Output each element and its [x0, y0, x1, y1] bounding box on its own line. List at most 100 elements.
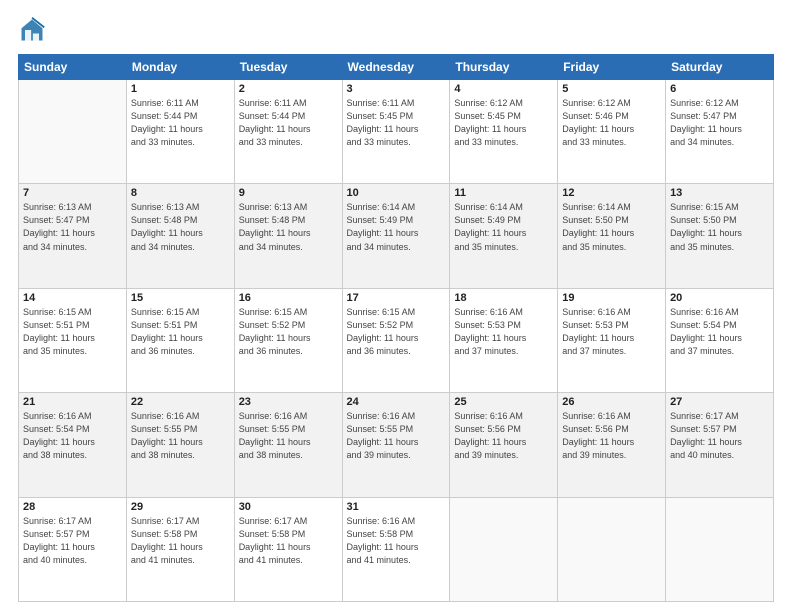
calendar-cell: 3 Sunrise: 6:11 AMSunset: 5:45 PMDaylight… [342, 80, 450, 184]
day-number: 5 [562, 83, 661, 95]
page: SundayMondayTuesdayWednesdayThursdayFrid… [0, 0, 792, 612]
calendar-cell [558, 497, 666, 601]
logo [18, 16, 50, 44]
day-number: 18 [454, 292, 553, 304]
day-number: 12 [562, 187, 661, 199]
day-info: Sunrise: 6:13 AMSunset: 5:48 PMDaylight:… [131, 201, 230, 253]
day-info: Sunrise: 6:16 AMSunset: 5:56 PMDaylight:… [454, 410, 553, 462]
day-info: Sunrise: 6:16 AMSunset: 5:55 PMDaylight:… [239, 410, 338, 462]
calendar-table: SundayMondayTuesdayWednesdayThursdayFrid… [18, 54, 774, 602]
day-number: 30 [239, 501, 338, 513]
calendar-cell: 15 Sunrise: 6:15 AMSunset: 5:51 PMDayligh… [126, 288, 234, 392]
calendar-header-tuesday: Tuesday [234, 55, 342, 80]
calendar-cell: 17 Sunrise: 6:15 AMSunset: 5:52 PMDayligh… [342, 288, 450, 392]
day-number: 15 [131, 292, 230, 304]
day-number: 3 [347, 83, 446, 95]
calendar-cell: 13 Sunrise: 6:15 AMSunset: 5:50 PMDayligh… [666, 184, 774, 288]
day-number: 28 [23, 501, 122, 513]
day-info: Sunrise: 6:16 AMSunset: 5:58 PMDaylight:… [347, 515, 446, 567]
day-number: 2 [239, 83, 338, 95]
calendar-cell [666, 497, 774, 601]
day-number: 11 [454, 187, 553, 199]
day-info: Sunrise: 6:12 AMSunset: 5:45 PMDaylight:… [454, 97, 553, 149]
calendar-cell: 29Sunrise: 6:17 AMSunset: 5:58 PMDayligh… [126, 497, 234, 601]
calendar-week-row: 14 Sunrise: 6:15 AMSunset: 5:51 PMDayligh… [19, 288, 774, 392]
logo-icon [18, 16, 46, 44]
calendar-cell: 9Sunrise: 6:13 AMSunset: 5:48 PMDaylight… [234, 184, 342, 288]
calendar-cell: 21 Sunrise: 6:16 AMSunset: 5:54 PMDayligh… [19, 393, 127, 497]
day-info: Sunrise: 6:17 AMSunset: 5:57 PMDaylight:… [23, 515, 122, 567]
day-info: Sunrise: 6:16 AMSunset: 5:54 PMDaylight:… [23, 410, 122, 462]
day-number: 31 [347, 501, 446, 513]
day-number: 17 [347, 292, 446, 304]
calendar-header-monday: Monday [126, 55, 234, 80]
day-number: 22 [131, 396, 230, 408]
calendar-header-sunday: Sunday [19, 55, 127, 80]
calendar-header-row: SundayMondayTuesdayWednesdayThursdayFrid… [19, 55, 774, 80]
calendar-cell: 2 Sunrise: 6:11 AMSunset: 5:44 PMDaylight… [234, 80, 342, 184]
day-info: Sunrise: 6:11 AMSunset: 5:45 PMDaylight:… [347, 97, 446, 149]
calendar-week-row: 7Sunrise: 6:13 AMSunset: 5:47 PMDaylight… [19, 184, 774, 288]
calendar-cell: 22 Sunrise: 6:16 AMSunset: 5:55 PMDayligh… [126, 393, 234, 497]
calendar-cell: 30 Sunrise: 6:17 AMSunset: 5:58 PMDayligh… [234, 497, 342, 601]
calendar-cell: 16 Sunrise: 6:15 AMSunset: 5:52 PMDayligh… [234, 288, 342, 392]
day-number: 24 [347, 396, 446, 408]
day-info: Sunrise: 6:17 AMSunset: 5:58 PMDaylight:… [239, 515, 338, 567]
day-number: 29 [131, 501, 230, 513]
day-number: 27 [670, 396, 769, 408]
day-info: Sunrise: 6:15 AMSunset: 5:51 PMDaylight:… [23, 306, 122, 358]
day-info: Sunrise: 6:15 AMSunset: 5:51 PMDaylight:… [131, 306, 230, 358]
calendar-cell: 20 Sunrise: 6:16 AMSunset: 5:54 PMDayligh… [666, 288, 774, 392]
day-info: Sunrise: 6:14 AMSunset: 5:49 PMDaylight:… [347, 201, 446, 253]
calendar-cell: 10Sunrise: 6:14 AMSunset: 5:49 PMDayligh… [342, 184, 450, 288]
day-number: 16 [239, 292, 338, 304]
day-number: 21 [23, 396, 122, 408]
calendar-cell: 5 Sunrise: 6:12 AMSunset: 5:46 PMDaylight… [558, 80, 666, 184]
day-number: 6 [670, 83, 769, 95]
calendar-cell: 18 Sunrise: 6:16 AMSunset: 5:53 PMDayligh… [450, 288, 558, 392]
calendar-week-row: 28 Sunrise: 6:17 AMSunset: 5:57 PMDayligh… [19, 497, 774, 601]
calendar-cell [450, 497, 558, 601]
day-info: Sunrise: 6:16 AMSunset: 5:55 PMDaylight:… [347, 410, 446, 462]
calendar-cell: 26 Sunrise: 6:16 AMSunset: 5:56 PMDayligh… [558, 393, 666, 497]
day-info: Sunrise: 6:15 AMSunset: 5:52 PMDaylight:… [239, 306, 338, 358]
calendar-header-thursday: Thursday [450, 55, 558, 80]
calendar-cell: 24 Sunrise: 6:16 AMSunset: 5:55 PMDayligh… [342, 393, 450, 497]
day-number: 1 [131, 83, 230, 95]
day-info: Sunrise: 6:12 AMSunset: 5:47 PMDaylight:… [670, 97, 769, 149]
calendar-cell: 7Sunrise: 6:13 AMSunset: 5:47 PMDaylight… [19, 184, 127, 288]
day-info: Sunrise: 6:16 AMSunset: 5:53 PMDaylight:… [454, 306, 553, 358]
header [18, 16, 774, 44]
day-number: 26 [562, 396, 661, 408]
calendar-header-friday: Friday [558, 55, 666, 80]
calendar-cell: 27Sunrise: 6:17 AMSunset: 5:57 PMDayligh… [666, 393, 774, 497]
day-info: Sunrise: 6:14 AMSunset: 5:50 PMDaylight:… [562, 201, 661, 253]
calendar-cell: 28 Sunrise: 6:17 AMSunset: 5:57 PMDayligh… [19, 497, 127, 601]
day-number: 20 [670, 292, 769, 304]
calendar-cell: 23Sunrise: 6:16 AMSunset: 5:55 PMDayligh… [234, 393, 342, 497]
calendar-cell: 4Sunrise: 6:12 AMSunset: 5:45 PMDaylight… [450, 80, 558, 184]
day-number: 13 [670, 187, 769, 199]
day-info: Sunrise: 6:11 AMSunset: 5:44 PMDaylight:… [239, 97, 338, 149]
calendar-cell: 14 Sunrise: 6:15 AMSunset: 5:51 PMDayligh… [19, 288, 127, 392]
day-info: Sunrise: 6:16 AMSunset: 5:55 PMDaylight:… [131, 410, 230, 462]
day-number: 19 [562, 292, 661, 304]
day-info: Sunrise: 6:12 AMSunset: 5:46 PMDaylight:… [562, 97, 661, 149]
calendar-cell: 25 Sunrise: 6:16 AMSunset: 5:56 PMDayligh… [450, 393, 558, 497]
calendar-cell: 12 Sunrise: 6:14 AMSunset: 5:50 PMDayligh… [558, 184, 666, 288]
day-info: Sunrise: 6:14 AMSunset: 5:49 PMDaylight:… [454, 201, 553, 253]
day-info: Sunrise: 6:16 AMSunset: 5:54 PMDaylight:… [670, 306, 769, 358]
day-number: 9 [239, 187, 338, 199]
calendar-cell: 1Sunrise: 6:11 AMSunset: 5:44 PMDaylight… [126, 80, 234, 184]
calendar-cell [19, 80, 127, 184]
day-number: 25 [454, 396, 553, 408]
day-info: Sunrise: 6:16 AMSunset: 5:56 PMDaylight:… [562, 410, 661, 462]
calendar-cell: 8 Sunrise: 6:13 AMSunset: 5:48 PMDaylight… [126, 184, 234, 288]
day-number: 14 [23, 292, 122, 304]
day-info: Sunrise: 6:15 AMSunset: 5:52 PMDaylight:… [347, 306, 446, 358]
calendar-cell: 11 Sunrise: 6:14 AMSunset: 5:49 PMDayligh… [450, 184, 558, 288]
day-info: Sunrise: 6:15 AMSunset: 5:50 PMDaylight:… [670, 201, 769, 253]
calendar-header-saturday: Saturday [666, 55, 774, 80]
day-number: 8 [131, 187, 230, 199]
calendar-cell: 31 Sunrise: 6:16 AMSunset: 5:58 PMDayligh… [342, 497, 450, 601]
